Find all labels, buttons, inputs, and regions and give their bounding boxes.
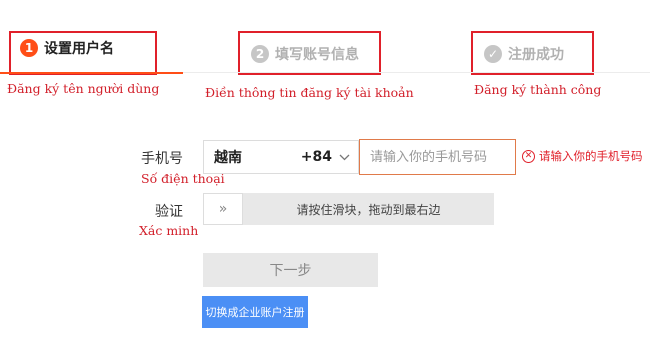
chevron-down-icon (336, 151, 352, 164)
switch-to-business-registration-button[interactable]: 切换成企业账户注册 (202, 296, 308, 328)
country-code: +84 (300, 149, 332, 165)
slider-captcha-handle[interactable]: » (203, 193, 243, 225)
verify-label: 验证 (155, 204, 183, 220)
phone-error: ✕ 请输入你的手机号码 (522, 148, 643, 164)
phone-input[interactable] (359, 139, 516, 175)
slider-captcha-text: 请按住滑块，拖动到最右边 (296, 202, 441, 217)
country-code-select[interactable]: 越南 +84 (203, 140, 359, 174)
step-2-annotation: Điền thông tin đăng ký tài khoản (205, 85, 414, 100)
country-name: 越南 (214, 150, 242, 166)
highlight-box-step-3 (471, 31, 594, 75)
double-chevron-right-icon: » (218, 201, 228, 217)
steps-progress-indicator (0, 72, 183, 74)
step-3-annotation: Đăng ký thành công (474, 82, 602, 97)
error-icon: ✕ (522, 149, 535, 163)
step-1-annotation: Đăng ký tên người dùng (7, 81, 160, 96)
highlight-box-step-2 (238, 31, 381, 75)
highlight-box-step-1 (9, 31, 157, 75)
next-step-button[interactable]: 下一步 (203, 253, 378, 287)
phone-label: 手机号 (141, 151, 183, 167)
verify-annotation: Xác minh (139, 223, 199, 238)
phone-error-text: 请输入你的手机号码 (539, 149, 643, 163)
